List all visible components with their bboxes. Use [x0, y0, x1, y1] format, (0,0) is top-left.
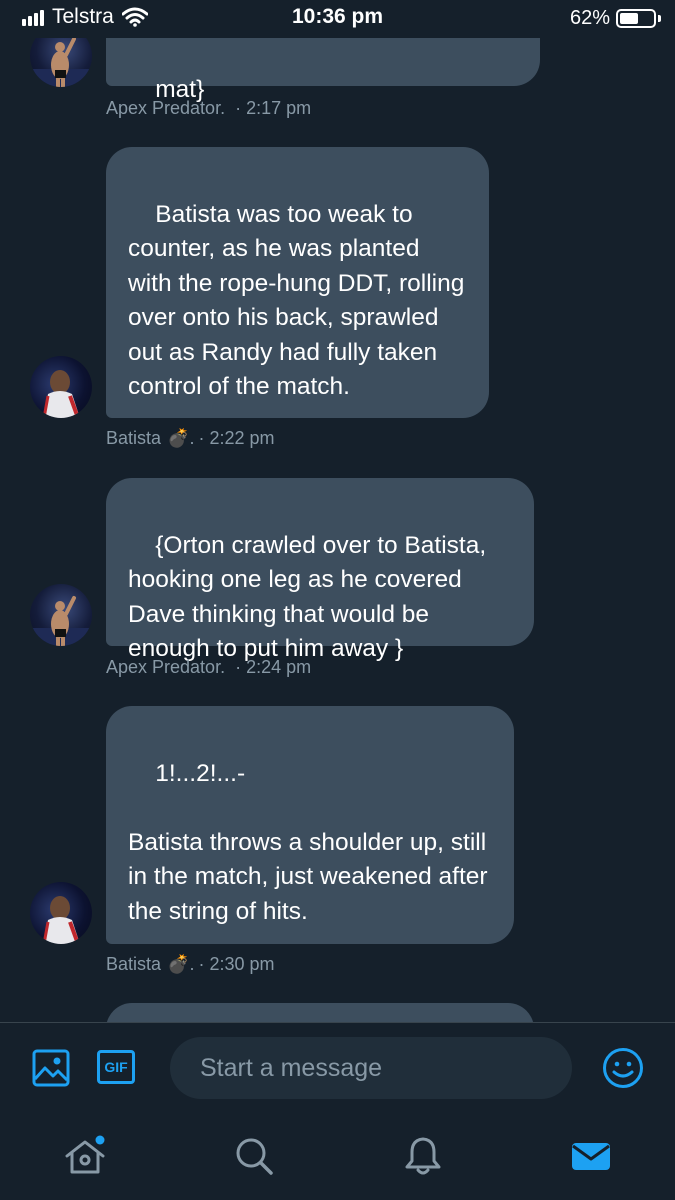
- notification-dot: [95, 1135, 105, 1145]
- gif-label: GIF: [104, 1059, 128, 1075]
- message-bubble[interactable]: Batista was too weak to counter, as he w…: [106, 147, 489, 418]
- wrestler-photo: [42, 370, 80, 418]
- home-icon[interactable]: [63, 1134, 107, 1178]
- message-bubble[interactable]: {Orton crawled over to Batista, hooking …: [106, 478, 534, 662]
- battery-status: 62%: [570, 7, 661, 30]
- compose-bar: GIF: [0, 1022, 675, 1114]
- status-bar: Telstra 10:36 pm 62%: [0, 0, 675, 38]
- sender-name: Apex Predator.: [106, 657, 226, 677]
- battery-percent: 62%: [569, 7, 610, 29]
- bomb-emoji: 💣.: [167, 428, 195, 448]
- avatar-batista[interactable]: [30, 882, 92, 944]
- gif-icon[interactable]: GIF: [97, 1050, 135, 1084]
- message-meta: Apex Predator. · 2:17 pm: [106, 98, 311, 119]
- battery-cap: [658, 15, 661, 22]
- mail-icon[interactable]: [569, 1134, 613, 1178]
- message-text: {Orton crawled over to Batista, hooking …: [128, 531, 493, 663]
- battery-icon: [616, 9, 656, 28]
- message-time: · 2:30 pm: [198, 954, 275, 974]
- message-meta: Batista 💣. · 2:30 pm: [106, 954, 275, 975]
- sender-name: Batista: [106, 428, 162, 448]
- message-bubble[interactable]: [106, 1003, 534, 1022]
- emoji-icon[interactable]: [602, 1047, 644, 1089]
- message-meta: Batista 💣. · 2:22 pm: [106, 428, 275, 449]
- avatar-apex-predator[interactable]: [30, 584, 92, 646]
- wrestler-photo: [42, 896, 80, 944]
- conversation[interactable]: mat} Apex Predator. · 2:17 pm Batista wa…: [0, 0, 675, 1022]
- message-time: · 2:17 pm: [235, 98, 312, 118]
- message-input[interactable]: [170, 1037, 572, 1099]
- bell-icon[interactable]: [401, 1134, 445, 1178]
- avatar-batista[interactable]: [30, 356, 92, 418]
- message-text: 1!...2!...- Batista throws a shoulder up…: [128, 759, 488, 925]
- message-bubble[interactable]: 1!...2!...- Batista throws a shoulder up…: [106, 706, 514, 944]
- tab-bar: [0, 1114, 675, 1200]
- message-text: Batista was too weak to counter, as he w…: [128, 200, 472, 401]
- message-time: · 2:24 pm: [235, 657, 312, 677]
- sender-name: Apex Predator.: [106, 98, 226, 118]
- battery-level: [620, 13, 639, 24]
- image-icon[interactable]: [32, 1049, 70, 1087]
- search-icon[interactable]: [232, 1134, 276, 1178]
- wrestler-photo: [30, 596, 92, 646]
- bomb-emoji: 💣.: [167, 954, 195, 974]
- sender-name: Batista: [106, 954, 162, 974]
- message-meta: Apex Predator. · 2:24 pm: [106, 657, 311, 678]
- message-time: · 2:22 pm: [198, 428, 275, 448]
